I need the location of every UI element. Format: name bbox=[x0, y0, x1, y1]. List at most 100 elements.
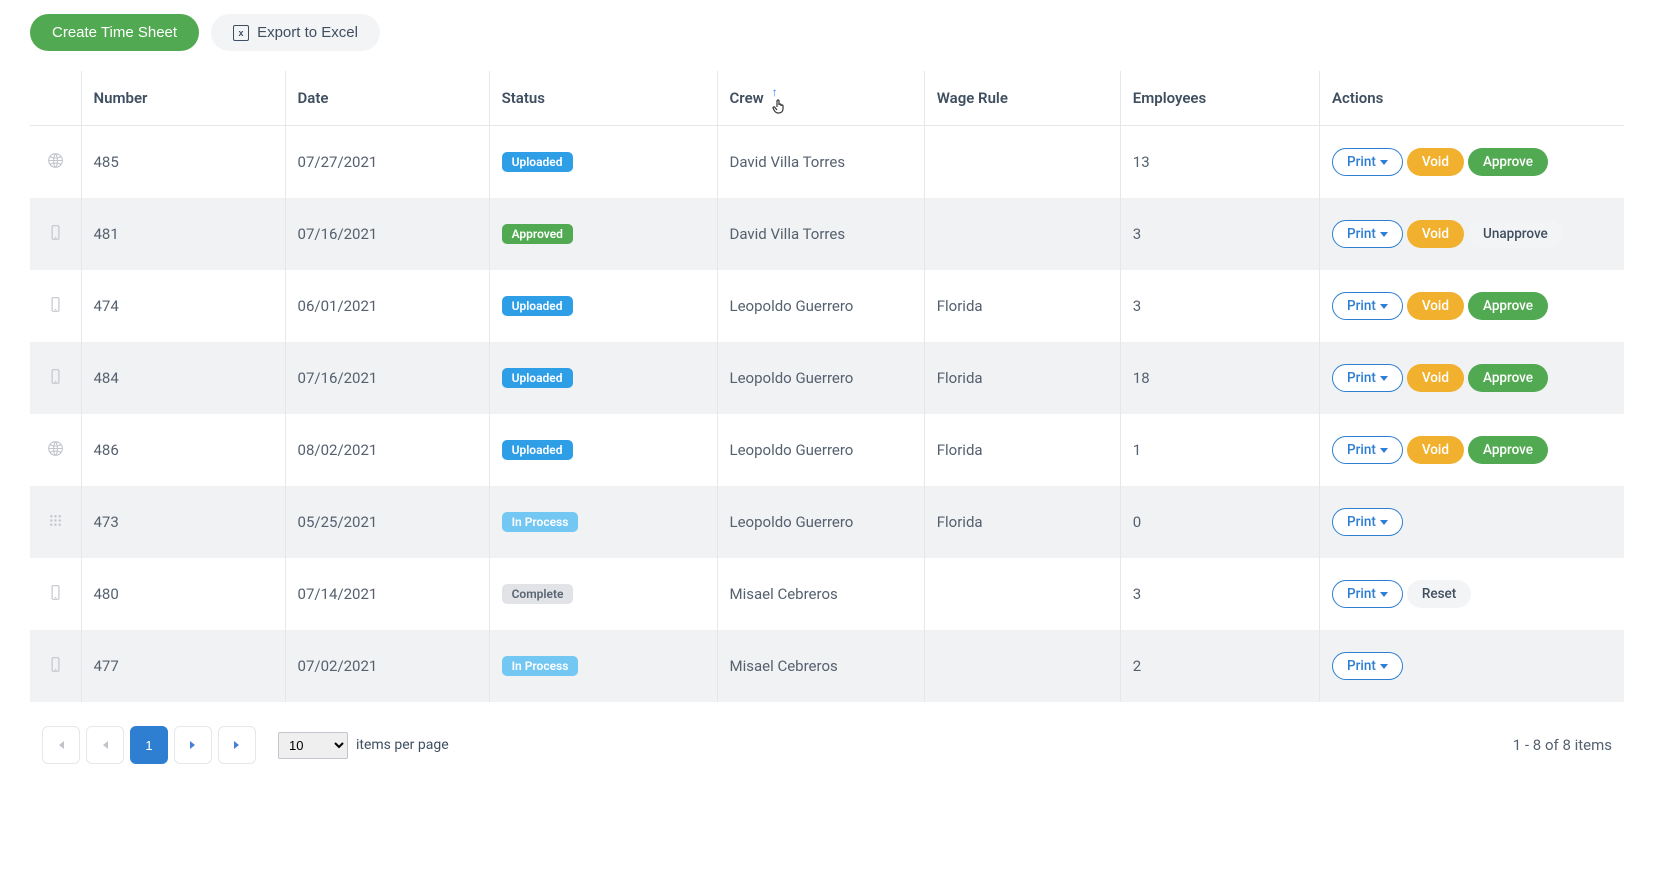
globe-icon bbox=[47, 440, 64, 457]
print-button[interactable]: Print bbox=[1332, 148, 1403, 176]
cell-wage-rule: Florida bbox=[924, 414, 1120, 486]
table-row[interactable]: 48407/16/2021UploadedLeopoldo GuerreroFl… bbox=[30, 342, 1624, 414]
status-badge: Approved bbox=[502, 224, 573, 244]
create-time-sheet-button[interactable]: Create Time Sheet bbox=[30, 14, 199, 51]
phone-icon bbox=[47, 224, 64, 241]
cell-actions: Print VoidUnapprove bbox=[1320, 198, 1624, 270]
chevron-down-icon bbox=[1380, 448, 1388, 453]
status-badge: Uploaded bbox=[502, 152, 573, 172]
status-badge: Complete bbox=[502, 584, 574, 604]
table-row[interactable]: 47406/01/2021UploadedLeopoldo GuerreroFl… bbox=[30, 270, 1624, 342]
approve-button[interactable]: Approve bbox=[1468, 364, 1548, 392]
cell-status: Approved bbox=[489, 198, 717, 270]
export-to-excel-button[interactable]: x Export to Excel bbox=[211, 14, 380, 51]
column-header-wage-rule[interactable]: Wage Rule bbox=[924, 71, 1120, 126]
cell-crew: Misael Cebreros bbox=[717, 630, 924, 702]
cell-employees: 18 bbox=[1120, 342, 1319, 414]
status-badge: In Process bbox=[502, 512, 579, 532]
print-button[interactable]: Print bbox=[1332, 652, 1403, 680]
export-label: Export to Excel bbox=[257, 24, 358, 41]
table-row[interactable]: 48608/02/2021UploadedLeopoldo GuerreroFl… bbox=[30, 414, 1624, 486]
unapprove-button[interactable]: Unapprove bbox=[1468, 220, 1563, 248]
approve-button[interactable]: Approve bbox=[1468, 292, 1548, 320]
cell-actions: Print VoidApprove bbox=[1320, 270, 1624, 342]
pager-last-button[interactable] bbox=[218, 726, 256, 764]
column-header-crew[interactable]: Crew ↑ bbox=[717, 71, 924, 126]
cell-actions: Print VoidApprove bbox=[1320, 342, 1624, 414]
status-badge: Uploaded bbox=[502, 296, 573, 316]
chevron-down-icon bbox=[1380, 520, 1388, 525]
cell-wage-rule bbox=[924, 558, 1120, 630]
print-button[interactable]: Print bbox=[1332, 220, 1403, 248]
toolbar: Create Time Sheet x Export to Excel bbox=[30, 14, 1624, 51]
cell-employees: 3 bbox=[1120, 558, 1319, 630]
void-button[interactable]: Void bbox=[1407, 436, 1464, 464]
approve-button[interactable]: Approve bbox=[1468, 148, 1548, 176]
cell-date: 05/25/2021 bbox=[285, 486, 489, 558]
column-header-status[interactable]: Status bbox=[489, 71, 717, 126]
pager-prev-button[interactable] bbox=[86, 726, 124, 764]
print-button[interactable]: Print bbox=[1332, 364, 1403, 392]
phone-icon bbox=[47, 584, 64, 601]
cell-crew: Misael Cebreros bbox=[717, 558, 924, 630]
cell-crew: David Villa Torres bbox=[717, 198, 924, 270]
phone-icon bbox=[47, 368, 64, 385]
cell-wage-rule: Florida bbox=[924, 270, 1120, 342]
cell-status: In Process bbox=[489, 486, 717, 558]
chevron-down-icon bbox=[1380, 664, 1388, 669]
cell-status: Uploaded bbox=[489, 414, 717, 486]
print-button[interactable]: Print bbox=[1332, 436, 1403, 464]
keypad-icon bbox=[47, 512, 64, 529]
column-header-number[interactable]: Number bbox=[81, 71, 285, 126]
print-button[interactable]: Print bbox=[1332, 508, 1403, 536]
pager: 1 10 items per page bbox=[42, 726, 449, 764]
cell-number: 474 bbox=[81, 270, 285, 342]
cell-date: 07/27/2021 bbox=[285, 126, 489, 199]
table-row[interactable]: 48507/27/2021 Uploaded David Villa Torres 1… bbox=[30, 126, 1624, 199]
cell-number: 473 bbox=[81, 486, 285, 558]
table-row[interactable]: 48107/16/2021ApprovedDavid Villa Torres3… bbox=[30, 198, 1624, 270]
column-header-crew-label: Crew bbox=[730, 89, 764, 107]
approve-button[interactable]: Approve bbox=[1468, 436, 1548, 464]
cell-wage-rule bbox=[924, 198, 1120, 270]
column-header-actions[interactable]: Actions bbox=[1320, 71, 1624, 126]
pager-next-button[interactable] bbox=[174, 726, 212, 764]
globe-icon bbox=[47, 152, 64, 169]
pager-page-1-button[interactable]: 1 bbox=[130, 726, 168, 764]
cell-crew: Leopoldo Guerrero bbox=[717, 342, 924, 414]
column-header-icon[interactable] bbox=[30, 71, 81, 126]
cell-actions: Print Reset bbox=[1320, 558, 1624, 630]
reset-button[interactable]: Reset bbox=[1407, 580, 1471, 608]
cell-number: 486 bbox=[81, 414, 285, 486]
cell-number: 481 bbox=[81, 198, 285, 270]
cell-status: In Process bbox=[489, 630, 717, 702]
cell-actions: Print VoidApprove bbox=[1320, 414, 1624, 486]
table-footer: 1 10 items per page 1 - 8 of 8 items bbox=[30, 702, 1624, 774]
cell-status: Uploaded bbox=[489, 342, 717, 414]
pager-first-button[interactable] bbox=[42, 726, 80, 764]
page-size-select[interactable]: 10 bbox=[278, 732, 348, 759]
column-header-employees[interactable]: Employees bbox=[1120, 71, 1319, 126]
phone-icon bbox=[47, 656, 64, 673]
cell-status: Complete bbox=[489, 558, 717, 630]
cell-crew: David Villa Torres bbox=[717, 126, 924, 199]
sort-asc-icon: ↑ bbox=[772, 85, 778, 99]
cell-wage-rule: Florida bbox=[924, 486, 1120, 558]
void-button[interactable]: Void bbox=[1407, 220, 1464, 248]
table-row[interactable]: 47707/02/2021In ProcessMisael Cebreros2P… bbox=[30, 630, 1624, 702]
print-button[interactable]: Print bbox=[1332, 580, 1403, 608]
table-row[interactable]: 48007/14/2021CompleteMisael Cebreros3Pri… bbox=[30, 558, 1624, 630]
column-header-date[interactable]: Date bbox=[285, 71, 489, 126]
cell-employees: 13 bbox=[1120, 126, 1319, 199]
cell-date: 07/14/2021 bbox=[285, 558, 489, 630]
table-row[interactable]: 47305/25/2021In ProcessLeopoldo Guerrero… bbox=[30, 486, 1624, 558]
void-button[interactable]: Void bbox=[1407, 364, 1464, 392]
cell-number: 477 bbox=[81, 630, 285, 702]
cell-number: 485 bbox=[81, 126, 285, 199]
excel-icon: x bbox=[233, 25, 249, 41]
cell-crew: Leopoldo Guerrero bbox=[717, 414, 924, 486]
chevron-down-icon bbox=[1380, 232, 1388, 237]
print-button[interactable]: Print bbox=[1332, 292, 1403, 320]
void-button[interactable]: Void bbox=[1407, 148, 1464, 176]
void-button[interactable]: Void bbox=[1407, 292, 1464, 320]
